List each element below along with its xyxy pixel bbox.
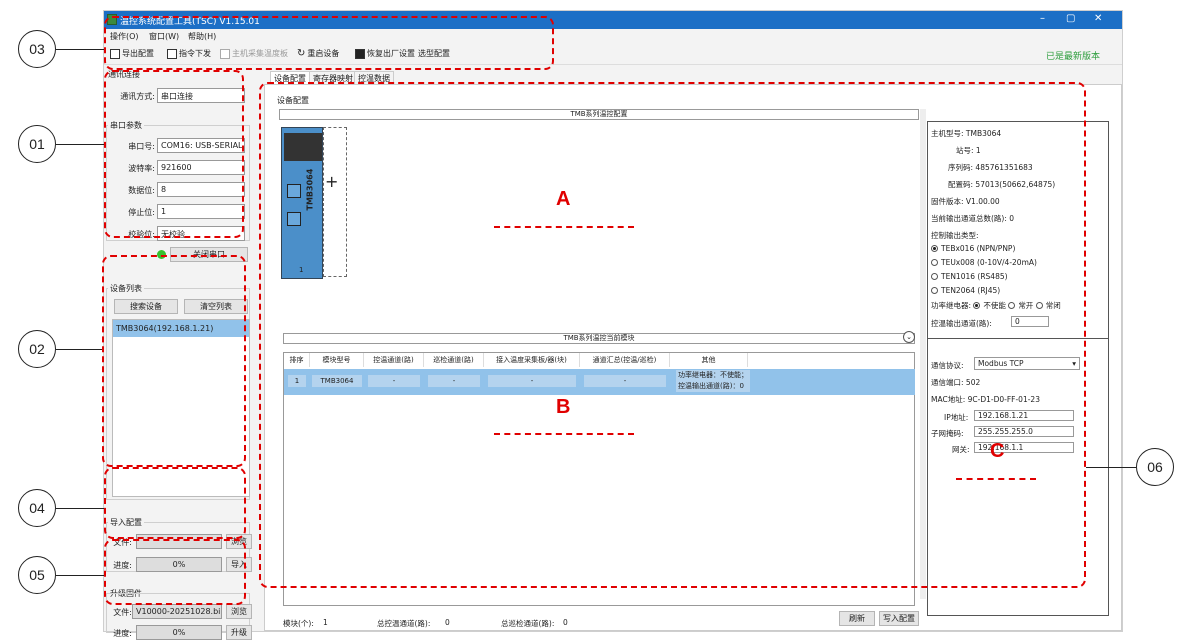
region-label-b: B	[556, 396, 571, 418]
annotation-label-02: 02	[18, 330, 56, 368]
minimize-icon[interactable]: –	[1040, 13, 1045, 24]
module-count-label: 模块(个):	[283, 619, 314, 628]
firmware-file-input[interactable]: V10000-20251028.bin	[132, 604, 222, 619]
annotation-label-05: 05	[18, 556, 56, 594]
total-patrol-label: 总巡检通道(路):	[501, 619, 555, 628]
annotation-label-04: 04	[18, 489, 56, 527]
upgrade-button[interactable]: 升级	[226, 625, 252, 640]
annotation-box-01	[104, 70, 244, 238]
maximize-icon[interactable]: ▢	[1066, 13, 1075, 24]
annotation-arrow	[56, 508, 104, 509]
upgrade-browse-button[interactable]: 浏览	[226, 604, 252, 619]
region-underline	[956, 478, 1036, 480]
module-count: 1	[323, 618, 328, 627]
refresh-button[interactable]: 刷新	[839, 611, 875, 626]
annotation-label-06: 06	[1136, 448, 1174, 486]
annotation-box-04	[104, 467, 246, 539]
annotation-arrow	[1086, 467, 1136, 468]
annotation-box-06	[259, 82, 1086, 588]
annotation-box-05	[104, 539, 246, 605]
annotation-arrow	[56, 575, 104, 576]
annotation-arrow	[56, 144, 104, 145]
annotation-box-03	[104, 16, 554, 70]
region-underline	[494, 226, 634, 228]
version-status: 已是最新版本	[1045, 52, 1100, 62]
upgrade-progress-label: 进度:	[113, 629, 132, 638]
total-ctrl-label: 总控温通道(路):	[377, 619, 431, 628]
annotation-box-02	[102, 255, 246, 467]
annotation-arrow	[56, 349, 102, 350]
total-patrol: 0	[563, 618, 568, 627]
upgrade-progress-bar: 0%	[136, 625, 222, 640]
region-underline	[494, 433, 634, 435]
upgrade-file-label: 文件:	[113, 608, 132, 617]
annotation-label-01: 01	[18, 125, 56, 163]
total-ctrl: 0	[445, 618, 450, 627]
close-icon[interactable]: ✕	[1094, 13, 1102, 24]
region-label-c: C	[990, 440, 1005, 462]
annotation-label-03: 03	[18, 30, 56, 68]
write-config-button[interactable]: 写入配置	[879, 611, 919, 626]
region-label-a: A	[556, 188, 571, 210]
annotation-arrow	[56, 49, 104, 50]
